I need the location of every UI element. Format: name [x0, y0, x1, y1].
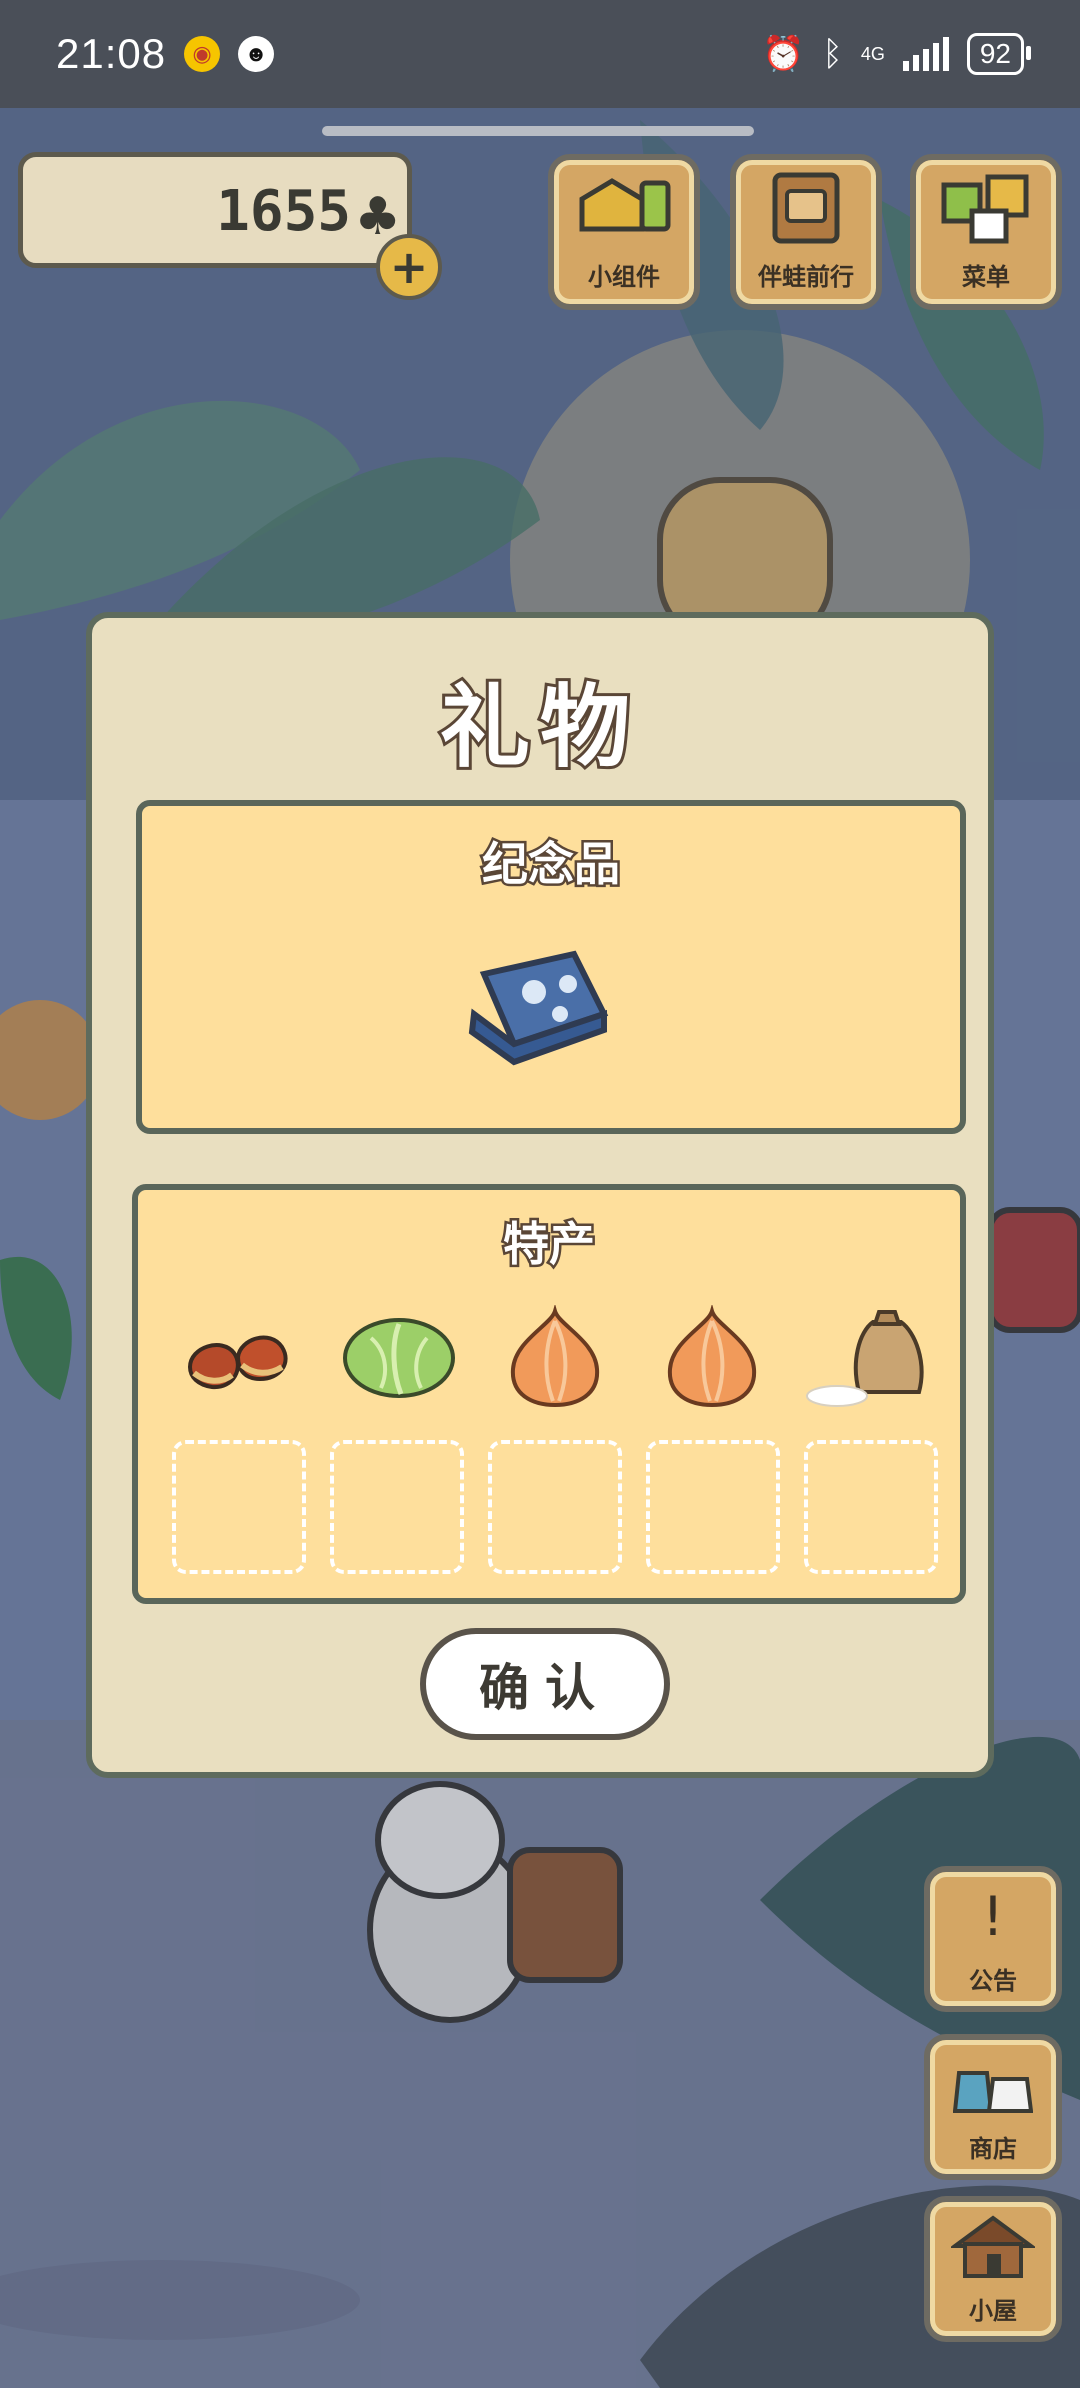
- album-icon: [761, 160, 851, 257]
- shop-button[interactable]: 商店: [924, 2034, 1062, 2180]
- qq-icon: ☻: [238, 36, 275, 72]
- pull-handle[interactable]: [322, 126, 754, 136]
- status-right: ⏰ ᛒ 4G 92: [762, 33, 1032, 75]
- rice-bag-icon[interactable]: [798, 1298, 938, 1416]
- house-button[interactable]: 小屋: [924, 2196, 1062, 2342]
- specialty-items: [172, 1298, 938, 1416]
- empty-slot[interactable]: [646, 1440, 780, 1574]
- travel-album-label: 伴蛙前行: [758, 263, 854, 291]
- add-clover-button[interactable]: +: [376, 234, 442, 300]
- house-icon: [951, 2202, 1035, 2291]
- weibo-icon: ◉: [184, 36, 221, 72]
- widget-button[interactable]: 小组件: [548, 154, 700, 310]
- onion-icon[interactable]: [485, 1298, 625, 1416]
- announcement-button[interactable]: ! 公告: [924, 1866, 1062, 2012]
- specialty-slots: [172, 1440, 938, 1574]
- menu-label: 菜单: [962, 263, 1010, 291]
- status-time: 21:08: [56, 30, 167, 77]
- signal-icon: [902, 37, 949, 71]
- status-bar: 21:08 ◉ ☻ ⏰ ᛒ 4G 92: [0, 0, 1080, 108]
- announcement-label: 公告: [969, 1967, 1017, 1995]
- shop-label: 商店: [969, 2135, 1017, 2163]
- blue-scarf-icon[interactable]: [464, 944, 614, 1078]
- bluetooth-icon: ᛒ: [822, 34, 843, 73]
- dialog-title: 礼物: [437, 672, 640, 783]
- specialty-title: 特产: [501, 1215, 598, 1274]
- onion-icon[interactable]: [642, 1298, 782, 1416]
- widget-icon: [572, 160, 676, 257]
- empty-slot[interactable]: [488, 1440, 622, 1574]
- cabbage-icon[interactable]: [329, 1298, 469, 1416]
- alarm-icon: ⏰: [762, 35, 805, 73]
- empty-slot[interactable]: [330, 1440, 464, 1574]
- empty-slot[interactable]: [172, 1440, 306, 1574]
- souvenir-section: 纪念品: [136, 800, 966, 1134]
- clover-count: 1655: [216, 179, 351, 244]
- clover-icon: ♣: [354, 187, 401, 247]
- souvenir-title: 纪念品: [480, 835, 623, 894]
- exclamation-icon: !: [982, 1885, 1004, 1948]
- empty-slot[interactable]: [804, 1440, 938, 1574]
- status-left: 21:08 ◉ ☻: [56, 30, 275, 78]
- battery-level: 92: [979, 38, 1011, 69]
- menu-icon: [936, 160, 1036, 257]
- gift-dialog: 礼物 纪念品 特产 确认: [86, 612, 994, 1778]
- clover-counter: 1655 ♣: [18, 152, 412, 268]
- battery-icon: 92: [966, 33, 1032, 75]
- travel-album-button[interactable]: 伴蛙前行: [730, 154, 882, 310]
- specialty-section: 特产: [132, 1184, 966, 1604]
- shop-bags-icon: [953, 2040, 1033, 2129]
- chestnut-icon[interactable]: [172, 1298, 312, 1416]
- network-type: 4G: [860, 44, 885, 64]
- widget-label: 小组件: [588, 263, 660, 291]
- house-label: 小屋: [969, 2297, 1017, 2325]
- menu-button[interactable]: 菜单: [910, 154, 1062, 310]
- confirm-button[interactable]: 确认: [420, 1628, 670, 1740]
